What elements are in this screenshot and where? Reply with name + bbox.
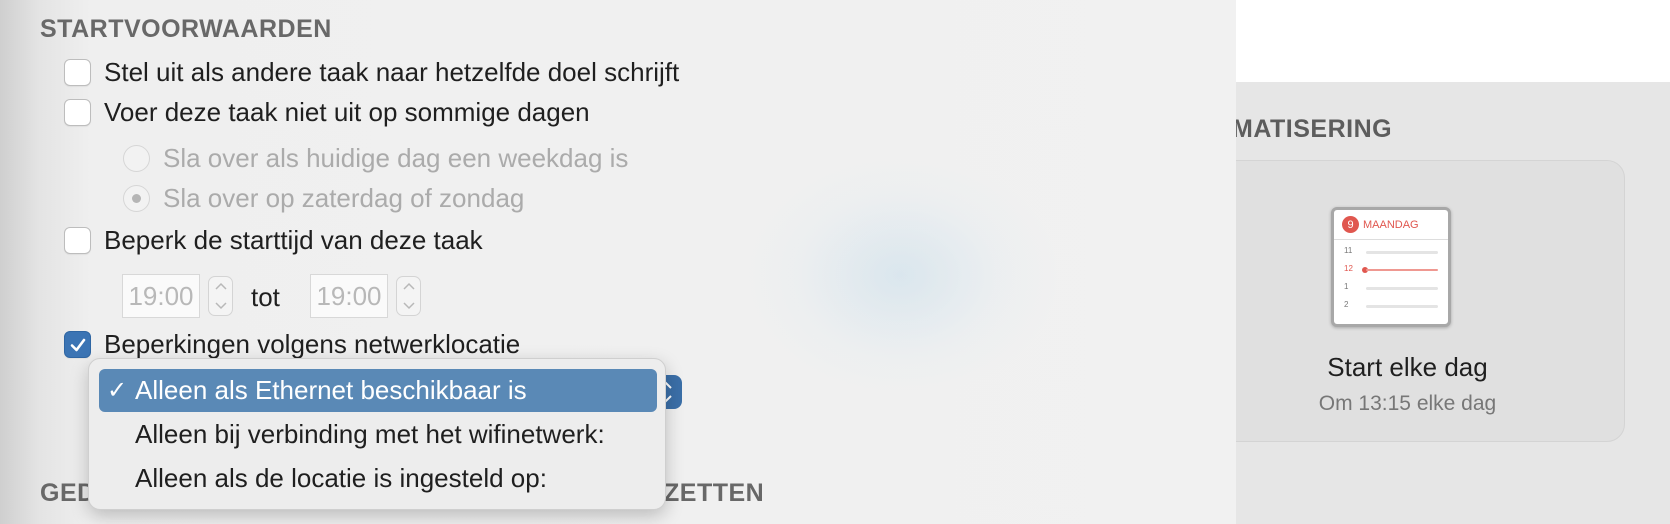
defer-option[interactable]: Stel uit als andere taak naar hetzelfde … bbox=[64, 57, 679, 88]
defer-label: Stel uit als andere taak naar hetzelfde … bbox=[104, 57, 680, 87]
skip-weekend-radio[interactable] bbox=[123, 185, 150, 212]
time-from-stepper[interactable] bbox=[208, 276, 233, 316]
menu-item-label: Alleen als Ethernet beschikbaar is bbox=[135, 375, 527, 405]
menu-item-label: Alleen bij verbinding met het wifinetwer… bbox=[135, 419, 605, 449]
calendar-month: MAANDAG bbox=[1363, 218, 1419, 231]
time-to-stepper[interactable] bbox=[396, 276, 421, 316]
time-from-field[interactable]: 19:00 bbox=[122, 274, 200, 318]
network-checkbox[interactable] bbox=[64, 331, 91, 358]
chevron-up-icon bbox=[214, 282, 227, 290]
checkmark-icon: ✓ bbox=[107, 377, 128, 404]
calendar-row: 2 bbox=[1344, 300, 1438, 312]
calendar-icon: 9 MAANDAG 11 12 1 2 bbox=[1331, 207, 1451, 327]
limit-time-option[interactable]: Beperk de starttijd van deze taak bbox=[64, 225, 483, 256]
top-bar bbox=[1160, 0, 1670, 82]
skip-weekday-label: Sla over als huidige dag een weekdag is bbox=[163, 143, 629, 173]
calendar-row: 1 bbox=[1344, 282, 1438, 294]
calendar-row: 11 bbox=[1344, 246, 1438, 258]
chevron-down-icon bbox=[402, 302, 415, 310]
skip-weekday-option[interactable]: Sla over als huidige dag een weekdag is bbox=[123, 143, 628, 174]
network-menu: ✓ Alleen als Ethernet beschikbaar is All… bbox=[88, 358, 666, 510]
trigger-title: Start elke dag bbox=[1327, 352, 1488, 382]
menu-item-ethernet[interactable]: ✓ Alleen als Ethernet beschikbaar is bbox=[99, 369, 657, 412]
menu-item-location[interactable]: Alleen als de locatie is ingesteld op: bbox=[99, 457, 657, 500]
chevron-down-icon bbox=[214, 302, 227, 310]
menu-item-wifi[interactable]: Alleen bij verbinding met het wifinetwer… bbox=[99, 413, 657, 456]
trigger-subtitle: Om 13:15 elke dag bbox=[1318, 392, 1497, 415]
chevron-up-icon bbox=[402, 282, 415, 290]
skip-weekend-label: Sla over op zaterdag of zondag bbox=[163, 183, 525, 213]
limit-time-label: Beperk de starttijd van deze taak bbox=[104, 225, 483, 255]
skip-weekday-radio[interactable] bbox=[123, 145, 150, 172]
limit-time-checkbox[interactable] bbox=[64, 227, 91, 254]
startvoorwaarden-heading: STARTVOORWAARDEN bbox=[40, 15, 332, 43]
calendar-row-current: 12 bbox=[1344, 264, 1438, 276]
network-option[interactable]: Beperkingen volgens netwerklocatie bbox=[64, 329, 520, 360]
bottom-heading-right: ZETTEN bbox=[664, 479, 765, 507]
checkmark-icon bbox=[70, 338, 85, 351]
skip-days-label: Voer deze taak niet uit op sommige dagen bbox=[104, 97, 590, 127]
time-range-separator: tot bbox=[251, 282, 280, 312]
calendar-day-badge: 9 bbox=[1342, 216, 1359, 233]
menu-item-label: Alleen als de locatie is ingesteld op: bbox=[135, 463, 547, 493]
skip-weekend-option[interactable]: Sla over op zaterdag of zondag bbox=[123, 183, 524, 214]
network-label: Beperkingen volgens netwerklocatie bbox=[104, 329, 521, 359]
automation-heading: MATISERING bbox=[1232, 115, 1393, 143]
time-to-field[interactable]: 19:00 bbox=[310, 274, 388, 318]
skip-days-checkbox[interactable] bbox=[64, 99, 91, 126]
defer-checkbox[interactable] bbox=[64, 59, 91, 86]
skip-days-option[interactable]: Voer deze taak niet uit op sommige dagen bbox=[64, 97, 590, 128]
